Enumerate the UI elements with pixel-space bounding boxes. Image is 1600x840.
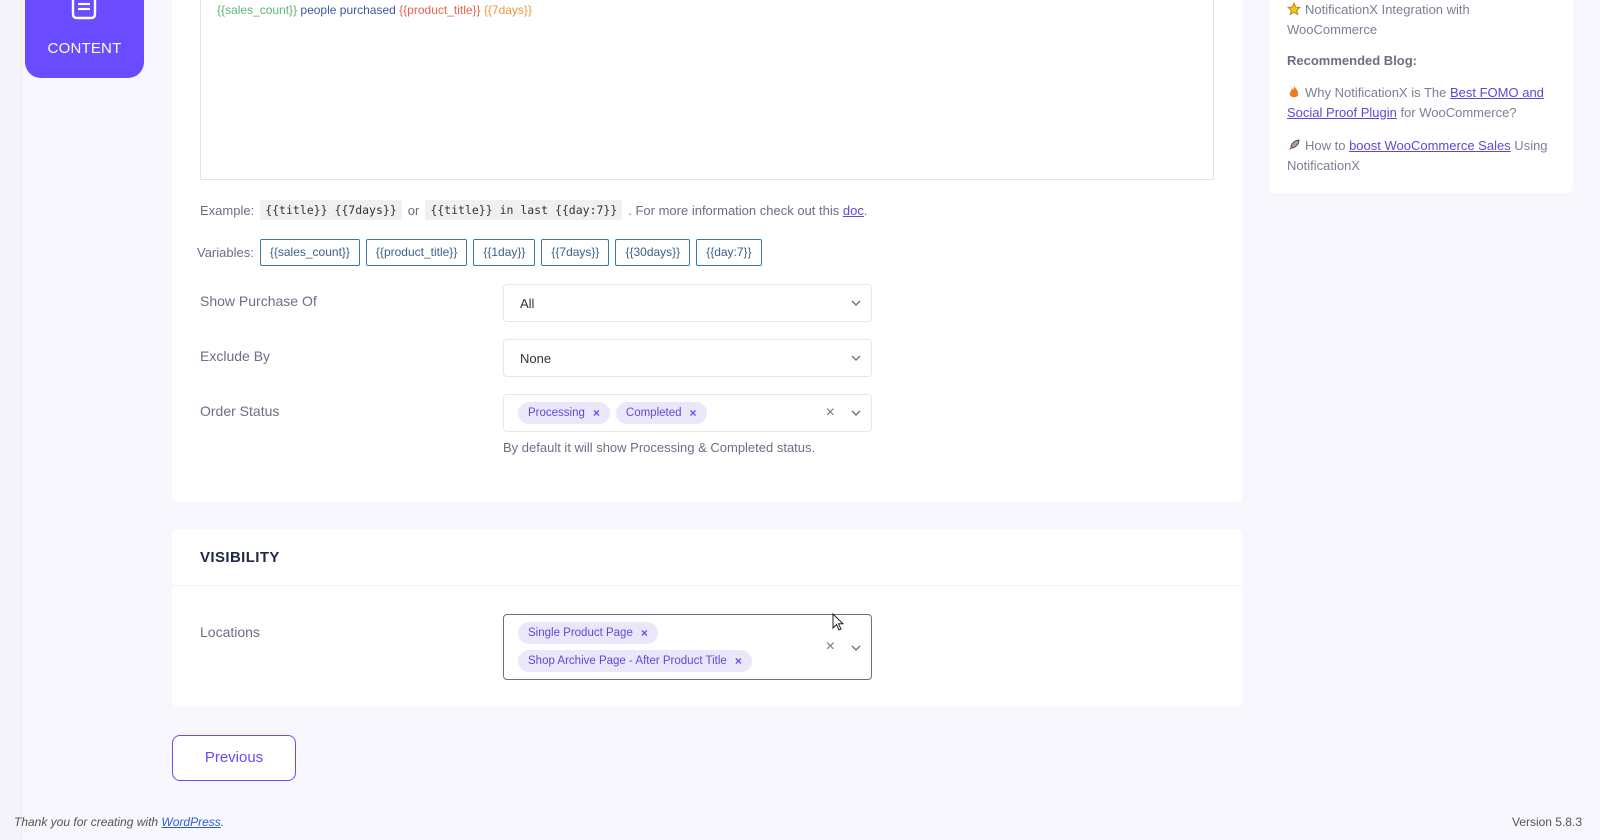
variable-chip-7days[interactable]: {{7days}} <box>541 239 610 266</box>
footer-thanks: Thank you for creating with WordPress. <box>14 815 225 829</box>
template-var-product-title: {{product_title}} <box>399 3 481 17</box>
chevron-down-icon <box>851 355 861 362</box>
location-tag: Shop Archive Page - After Product Title × <box>518 650 752 672</box>
nav-tab-content-label: CONTENT <box>47 40 122 57</box>
order-status-help: By default it will show Processing & Com… <box>503 440 816 455</box>
order-status-tags: Processing × Completed × <box>518 402 707 424</box>
document-icon <box>71 0 97 20</box>
order-status-label: Order Status <box>200 403 280 419</box>
divider <box>172 585 1242 586</box>
example-code-1: {{title}} {{7days}} <box>260 200 402 220</box>
locations-label: Locations <box>200 624 260 640</box>
recommended-blog-heading: Recommended Blog: <box>1287 53 1418 68</box>
fire-icon <box>1289 86 1299 98</box>
chevron-down-icon <box>851 300 861 307</box>
wordpress-link[interactable]: WordPress <box>161 815 220 829</box>
variable-chip-product-title[interactable]: {{product_title}} <box>365 239 468 266</box>
locations-tags: Single Product Page × Shop Archive Page -… <box>518 622 752 672</box>
content-panel: {{sales_count}} people purchased {{produ… <box>172 0 1242 502</box>
example-hint: Example: {{title}} {{7days}} or {{title}… <box>200 200 867 220</box>
order-status-tag: Completed × <box>615 402 707 424</box>
close-icon[interactable]: × <box>735 654 742 668</box>
order-status-tag: Processing × <box>518 402 610 424</box>
variable-chip-day7[interactable]: {{day:7}} <box>696 239 762 266</box>
show-purchase-of-select[interactable]: All <box>503 284 872 322</box>
exclude-by-label: Exclude By <box>200 348 271 364</box>
blog-item-1: Why NotificationX is The Best FOMO and S… <box>1287 85 1544 120</box>
footer-version: Version 5.8.3 <box>1511 815 1582 829</box>
clear-all-icon[interactable]: × <box>826 638 835 656</box>
integration-link[interactable]: NotificationX Integration with WooCommer… <box>1287 0 1557 40</box>
rocket-icon <box>1289 139 1300 150</box>
exclude-by-select[interactable]: None <box>503 339 872 377</box>
blog-item-2: How to boost WooCommerce Sales Using Not… <box>1287 138 1548 173</box>
clear-all-icon[interactable]: × <box>826 404 835 422</box>
close-icon[interactable]: × <box>690 406 697 420</box>
example-code-2: {{title}} in last {{day:7}} <box>425 200 623 220</box>
show-purchase-of-label: Show Purchase Of <box>200 293 317 309</box>
star-icon <box>1287 2 1301 16</box>
example-suffix: . For more information check out this do… <box>628 202 868 218</box>
close-icon[interactable]: × <box>641 626 648 640</box>
doc-link[interactable]: doc <box>843 203 864 218</box>
template-var-sales-count: {{sales_count}} <box>217 3 298 17</box>
location-tag: Single Product Page × <box>518 622 658 644</box>
visibility-panel: VISIBILITY Locations Single Product Page… <box>172 529 1242 707</box>
show-purchase-of-value: All <box>520 296 535 311</box>
admin-menu-strip <box>0 0 22 840</box>
nav-tab-content[interactable]: CONTENT <box>25 0 144 78</box>
blog-link-2[interactable]: boost WooCommerce Sales <box>1349 138 1511 153</box>
variable-chip-1day[interactable]: {{1day}} <box>473 239 536 266</box>
variable-chip-30days[interactable]: {{30days}} <box>615 239 691 266</box>
locations-multiselect[interactable]: Single Product Page × Shop Archive Page -… <box>503 614 872 680</box>
template-var-7days: {{7days}} <box>480 3 532 17</box>
close-icon[interactable]: × <box>593 406 600 420</box>
exclude-by-value: None <box>520 351 552 366</box>
variables-row: Variables: {{sales_count}} {{product_tit… <box>197 239 762 266</box>
template-editor[interactable]: {{sales_count}} people purchased {{produ… <box>200 0 1214 180</box>
variable-chip-sales-count[interactable]: {{sales_count}} <box>259 239 360 266</box>
template-text: {{sales_count}} people purchased {{produ… <box>217 3 532 17</box>
order-status-multiselect[interactable]: Processing × Completed × × <box>503 394 872 432</box>
variables-label: Variables: <box>197 245 254 260</box>
visibility-heading: VISIBILITY <box>200 549 280 566</box>
chevron-down-icon <box>851 645 861 652</box>
template-text-people-purchased: people purchased <box>297 3 400 17</box>
help-sidebar: NotificationX Integration with WooCommer… <box>1269 0 1573 193</box>
chevron-down-icon <box>851 410 861 417</box>
example-prefix: Example: <box>200 202 255 218</box>
example-or: or <box>407 202 420 218</box>
mouse-cursor-icon <box>832 613 845 631</box>
previous-button[interactable]: Previous <box>172 735 296 781</box>
